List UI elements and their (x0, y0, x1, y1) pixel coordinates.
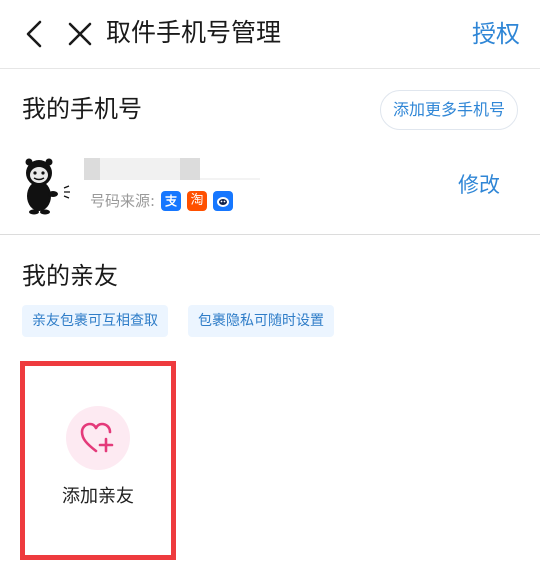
authorize-button[interactable]: 授权 (472, 17, 520, 51)
source-label: 号码来源: (90, 192, 156, 210)
heart-plus-circle (66, 406, 130, 470)
tag-mutual-pickup: 亲友包裹可互相查取 (22, 305, 168, 337)
masked-phone-number (84, 158, 260, 180)
cainiao-icon (213, 191, 234, 211)
add-relative-button[interactable]: 添加亲友 (25, 366, 171, 555)
phone-source-row: 号码来源: 淘 (90, 190, 234, 212)
alipay-icon (161, 191, 182, 211)
back-icon[interactable] (20, 18, 48, 50)
add-relative-label: 添加亲友 (62, 486, 134, 507)
tag-privacy-setting: 包裹隐私可随时设置 (188, 305, 334, 337)
heart-plus-icon (80, 422, 114, 453)
my-phone-title: 我的手机号 (22, 95, 142, 123)
modify-button[interactable]: 修改 (458, 170, 500, 200)
add-more-phone-button[interactable]: 添加更多手机号 (379, 90, 518, 130)
section-divider (0, 234, 540, 235)
page-title: 取件手机号管理 (106, 18, 282, 47)
my-relatives-title: 我的亲友 (22, 262, 118, 290)
taobao-icon: 淘 (187, 191, 208, 211)
close-icon[interactable] (66, 20, 94, 48)
avatar (25, 158, 70, 215)
